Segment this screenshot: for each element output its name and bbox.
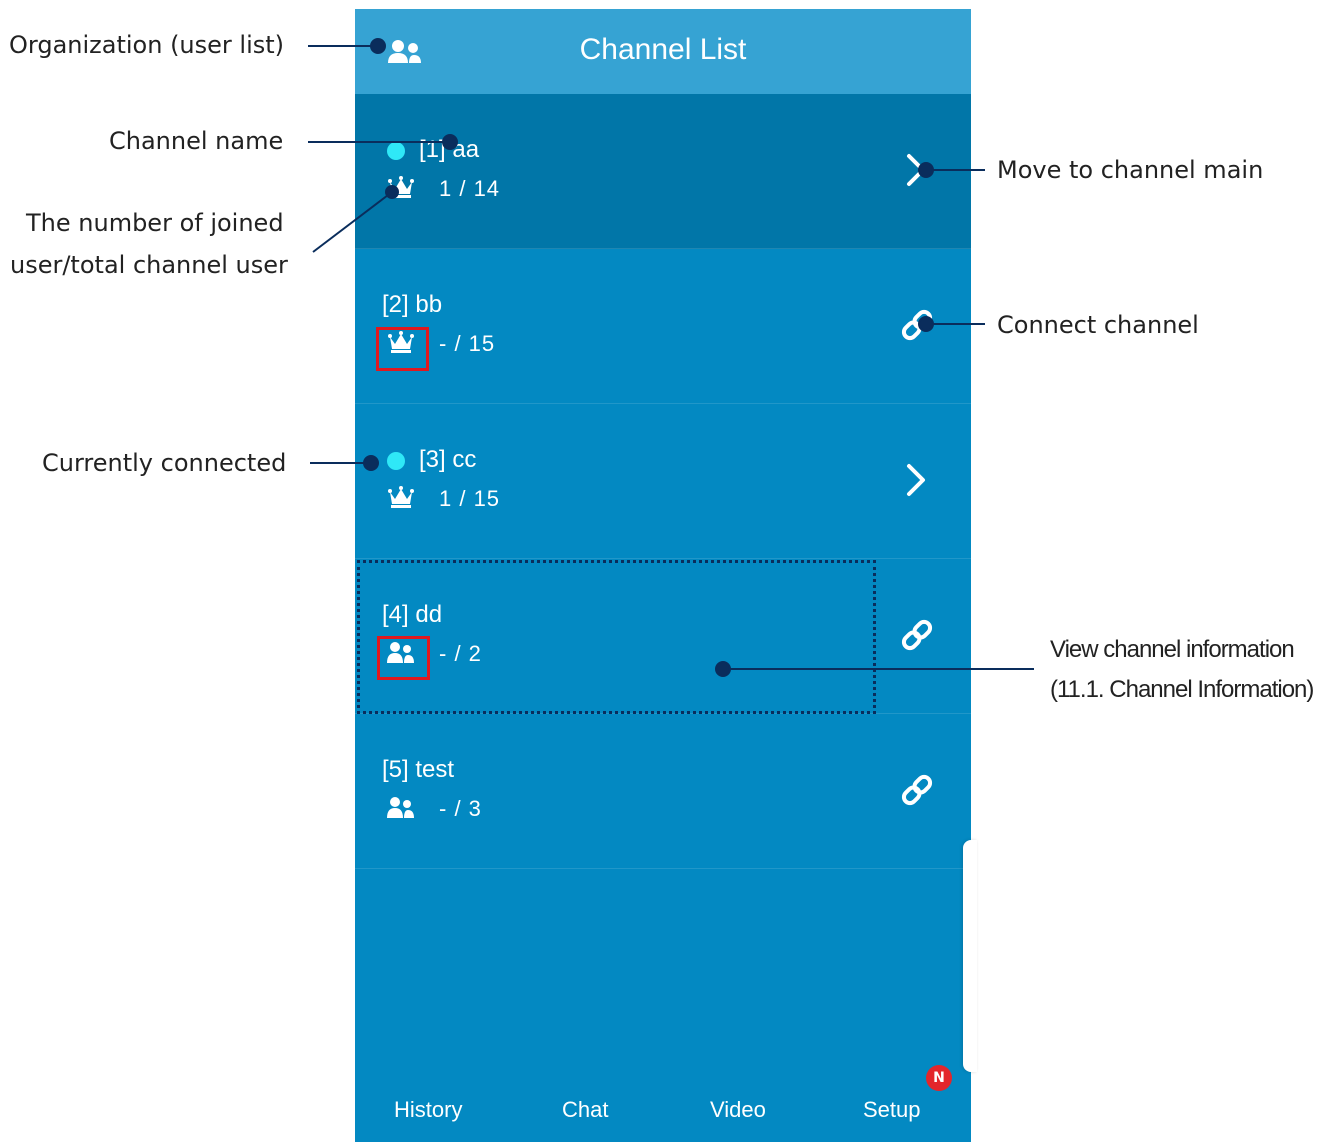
connected-indicator [387, 452, 405, 470]
move-to-channel-button[interactable] [899, 460, 935, 500]
crown-icon [387, 486, 415, 510]
channel-row-3[interactable]: [3] cc 1 / 15 [355, 404, 971, 559]
tab-chat[interactable]: Chat [562, 1097, 608, 1123]
annotation-joined-line2: user/total channel user [10, 251, 288, 279]
chevron-right-icon [907, 464, 925, 496]
connect-channel-button[interactable] [899, 770, 935, 810]
annotation-view-info-line1: View channel information [1050, 636, 1295, 663]
crown-highlight-box [376, 327, 429, 371]
annotation-view-info-line2: (11.1. Channel Information) [1050, 676, 1314, 703]
crown-icon [387, 176, 415, 200]
annotation-move-main: Move to channel main [997, 156, 1264, 184]
channel-list-screen: Channel List [1] aa 1 / 14 [2] bb - / 15… [355, 9, 971, 1142]
connected-indicator [387, 142, 405, 160]
bottom-tab-bar: History Chat Video Setup [355, 1087, 971, 1142]
channel-name: [2] bb [382, 291, 443, 318]
connect-channel-button[interactable] [899, 615, 935, 655]
chevron-right-icon [907, 154, 925, 186]
edge-panel-handle[interactable] [963, 840, 977, 1072]
user-count: 1 / 14 [439, 176, 501, 201]
connect-channel-button[interactable] [899, 305, 935, 345]
channel-name: [3] cc [419, 446, 477, 473]
annotation-organization: Organization (user list) [9, 31, 285, 59]
user-count: 1 / 15 [439, 486, 501, 511]
users-icon [387, 796, 415, 820]
move-to-channel-button[interactable] [899, 150, 935, 190]
annotation-channel-name: Channel name [109, 127, 284, 155]
annotation-connected: Currently connected [42, 449, 287, 477]
link-icon [901, 774, 933, 806]
channel-name: [1] aa [419, 136, 480, 163]
channel-info-area[interactable] [357, 560, 876, 714]
tab-setup[interactable]: Setup [863, 1097, 921, 1123]
user-count: - / 3 [439, 796, 482, 821]
channel-name: [5] test [382, 756, 455, 783]
notification-badge: N [926, 1065, 952, 1091]
link-icon [901, 309, 933, 341]
annotation-connect-channel: Connect channel [997, 311, 1199, 339]
annotation-joined-line1: The number of joined [26, 209, 284, 237]
link-icon [901, 619, 933, 651]
channel-row-5[interactable]: [5] test - / 3 [355, 714, 971, 869]
page-title: Channel List [579, 33, 747, 66]
tab-history[interactable]: History [394, 1097, 462, 1123]
tab-video[interactable]: Video [710, 1097, 766, 1123]
app-header: Channel List [355, 9, 971, 94]
user-count: - / 15 [439, 331, 496, 356]
channel-row-2[interactable]: [2] bb - / 15 [355, 249, 971, 404]
channel-row-1[interactable]: [1] aa 1 / 14 [355, 94, 971, 249]
